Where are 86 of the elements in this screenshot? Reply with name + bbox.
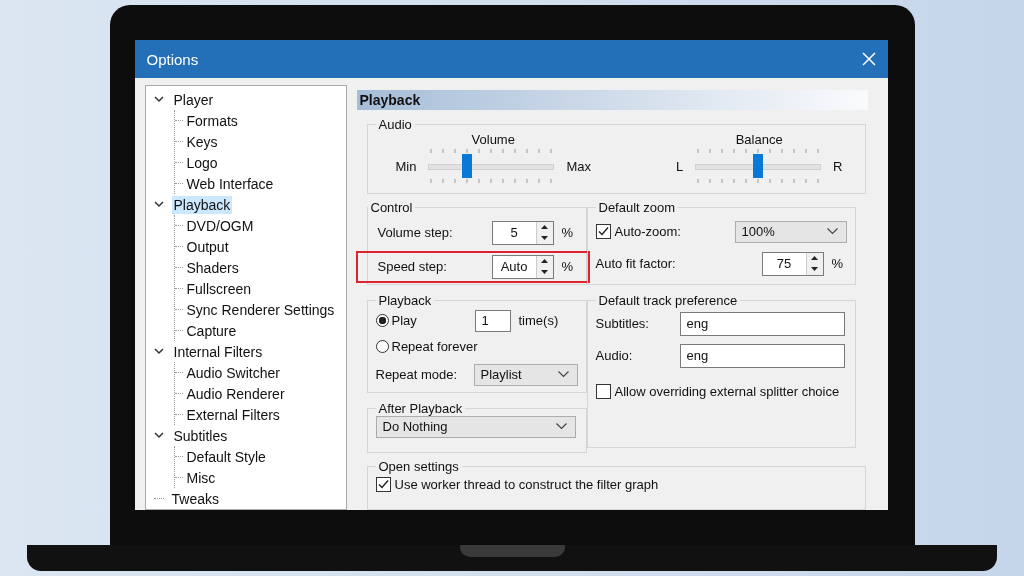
down-arrow-icon xyxy=(541,270,548,275)
checkbox-label: Use worker thread to construct the filter graph xyxy=(394,477,659,493)
number-field[interactable]: Auto xyxy=(491,254,554,279)
chevron-down-icon[interactable] xyxy=(153,201,164,208)
group-title: Playback xyxy=(377,292,433,308)
unit-label: % xyxy=(831,256,844,272)
down-arrow-icon xyxy=(541,236,548,241)
dropdown[interactable]: Do Nothing xyxy=(375,415,576,438)
slider[interactable] xyxy=(695,149,822,183)
slider-min-label: L xyxy=(675,158,684,174)
tree-item[interactable]: Sync Renderer Settings xyxy=(184,300,337,319)
radio-button[interactable] xyxy=(375,340,389,354)
slider-label: Volume xyxy=(471,132,515,147)
slider-max-label: R xyxy=(833,158,843,174)
tree-item[interactable]: Player xyxy=(171,90,216,109)
radio-label: Play xyxy=(391,313,418,329)
checkbox-label: Auto-zoom: xyxy=(614,224,682,240)
checkbox[interactable] xyxy=(375,477,391,493)
field-label: Audio: xyxy=(595,348,634,364)
field-label: Auto fit factor: xyxy=(595,256,677,272)
tree-item[interactable]: Output xyxy=(184,237,231,256)
spin-down-button[interactable] xyxy=(536,266,553,278)
close-icon[interactable] xyxy=(861,52,876,66)
dropdown[interactable]: Playlist xyxy=(473,363,578,386)
spin-up-button[interactable] xyxy=(536,221,553,233)
tree-item[interactable]: Logo xyxy=(184,153,220,172)
slider-max-label: Max xyxy=(566,158,591,174)
tree-item[interactable]: Shaders xyxy=(184,258,241,277)
radio-label: Repeat forever xyxy=(391,339,478,355)
number-field[interactable]: 75 xyxy=(761,251,824,276)
tree-item[interactable]: Default Style xyxy=(184,447,268,466)
unit-label: % xyxy=(561,225,574,241)
radio-button[interactable] xyxy=(375,314,389,328)
field-label: Speed step: xyxy=(377,259,448,275)
tree-item[interactable]: Playback xyxy=(171,195,233,214)
chevron-down-icon[interactable] xyxy=(153,432,164,439)
times-field[interactable]: 1 xyxy=(474,309,511,332)
checkbox[interactable] xyxy=(595,384,611,400)
window-title: Options xyxy=(146,50,199,68)
tree-item[interactable]: Audio Switcher xyxy=(184,363,282,382)
unit-label: time(s) xyxy=(518,313,559,329)
field-label: Subtitles: xyxy=(595,316,650,332)
group-title: Default zoom xyxy=(597,199,677,215)
tree-item[interactable]: Subtitles xyxy=(171,426,230,445)
chevron-down-icon xyxy=(826,228,838,236)
group-title: After Playback xyxy=(377,400,464,416)
tree-item[interactable]: Capture xyxy=(184,321,239,340)
tree-item[interactable]: Tweaks xyxy=(169,489,221,508)
tree-item[interactable]: DVD/OGM xyxy=(184,216,256,235)
text-field[interactable]: eng xyxy=(679,343,845,368)
text-field[interactable]: eng xyxy=(679,311,845,336)
tree-item[interactable]: Misc xyxy=(184,468,218,487)
checkbox[interactable] xyxy=(595,224,611,240)
spin-down-button[interactable] xyxy=(806,263,823,275)
tree-item[interactable]: Fullscreen xyxy=(184,279,254,298)
slider-label: Balance xyxy=(735,132,783,147)
tree-item[interactable]: Formats xyxy=(184,111,240,130)
spin-up-button[interactable] xyxy=(806,252,823,264)
number-field[interactable]: 5 xyxy=(491,220,554,245)
chevron-down-icon xyxy=(555,423,567,431)
unit-label: % xyxy=(561,259,574,275)
tree-item[interactable]: Keys xyxy=(184,132,220,151)
tree-item[interactable]: External Filters xyxy=(184,405,282,424)
group-title: Default track preference xyxy=(597,292,739,308)
group-title: Open settings xyxy=(377,458,460,474)
dropdown[interactable]: 100% xyxy=(734,220,847,243)
spin-down-button[interactable] xyxy=(536,232,553,244)
up-arrow-icon xyxy=(541,225,548,230)
tree-item[interactable]: Internal Filters xyxy=(171,342,265,361)
field-label: Volume step: xyxy=(377,225,454,241)
up-arrow-icon xyxy=(811,256,818,261)
down-arrow-icon xyxy=(811,267,818,272)
up-arrow-icon xyxy=(541,259,548,264)
chevron-down-icon xyxy=(557,371,569,379)
field-label: Repeat mode: xyxy=(375,367,459,383)
page-header: Playback xyxy=(356,90,868,110)
checkbox-label: Allow overriding external splitter choice xyxy=(614,384,840,400)
tree-item[interactable]: Web Interface xyxy=(184,174,276,193)
group-title: Audio xyxy=(377,117,413,132)
chevron-down-icon[interactable] xyxy=(153,348,164,355)
chevron-down-icon[interactable] xyxy=(153,96,164,103)
spin-up-button[interactable] xyxy=(536,255,553,267)
slider[interactable] xyxy=(428,149,555,183)
tree-item[interactable]: Audio Renderer xyxy=(184,384,287,403)
group-title: Control xyxy=(369,199,414,215)
slider-min-label: Min xyxy=(395,158,417,174)
